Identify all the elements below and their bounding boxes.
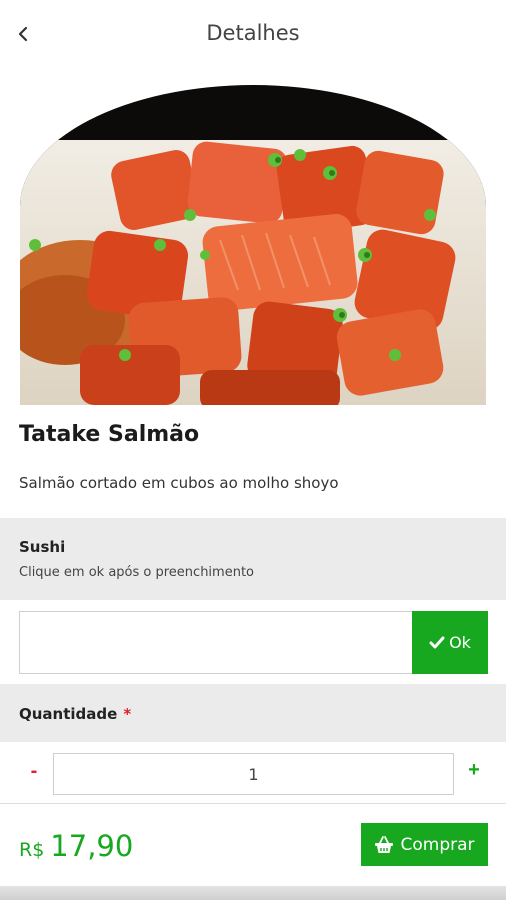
price-currency: R$ xyxy=(19,839,45,861)
footer-bar: R$ 17,90 Comprar xyxy=(0,804,506,886)
page-title: Detalhes xyxy=(206,21,300,45)
price-amount: 17,90 xyxy=(50,829,134,863)
product-name: Tatake Salmão xyxy=(19,422,200,447)
required-mark: * xyxy=(123,705,132,723)
buy-button-label: Comprar xyxy=(400,834,475,855)
increase-quantity-button[interactable]: + xyxy=(462,759,486,785)
quantity-section-header: Quantidade * xyxy=(0,684,506,742)
sushi-input[interactable] xyxy=(19,611,412,674)
top-bar: Detalhes xyxy=(0,0,506,70)
sushi-section-title: Sushi xyxy=(19,538,66,556)
product-description: Salmão cortado em cubos ao molho shoyo xyxy=(19,474,339,492)
sushi-section-subtitle: Clique em ok após o preenchimento xyxy=(19,565,254,580)
quantity-section-title: Quantidade * xyxy=(19,705,131,723)
bottom-edge xyxy=(0,886,506,900)
quantity-title-text: Quantidade xyxy=(19,705,118,723)
product-image xyxy=(20,85,486,405)
quantity-input[interactable] xyxy=(53,753,454,795)
sushi-input-row: Ok xyxy=(0,600,506,684)
decrease-quantity-button[interactable]: - xyxy=(22,760,46,786)
buy-button[interactable]: Comprar xyxy=(361,823,488,866)
check-icon xyxy=(429,636,445,648)
price: R$ 17,90 xyxy=(19,829,133,863)
sushi-section-header: Sushi Clique em ok após o preenchimento xyxy=(0,518,506,600)
ok-button-label: Ok xyxy=(449,633,471,652)
basket-icon xyxy=(375,835,394,853)
ok-button[interactable]: Ok xyxy=(412,611,488,674)
quantity-stepper: - + xyxy=(0,742,506,804)
